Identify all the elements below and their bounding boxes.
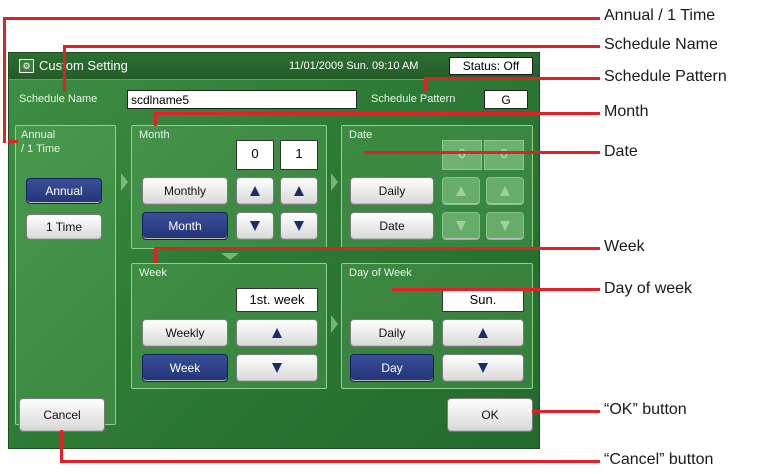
annual-onetime-panel: Annual / 1 Time Annual 1 Time bbox=[15, 125, 116, 425]
arrow-down-icon bbox=[500, 221, 510, 231]
month-tens-down-button[interactable] bbox=[236, 212, 274, 240]
month-ones-down-button[interactable] bbox=[280, 212, 318, 240]
title-bar: ⚙ Custom Setting 11/01/2009 Sun. 09:10 A… bbox=[9, 53, 539, 80]
day-of-week-value: Sun. bbox=[442, 288, 524, 312]
week-up-button[interactable] bbox=[236, 319, 318, 347]
arrow-down-icon bbox=[250, 221, 260, 231]
schedule-pattern-label: Schedule Pattern bbox=[371, 93, 456, 105]
callout-line-week-h bbox=[154, 247, 600, 250]
day-button[interactable]: Day bbox=[350, 354, 434, 382]
callout-line-month-v bbox=[154, 112, 157, 126]
schedule-name-label: Schedule Name bbox=[19, 93, 98, 105]
callout-line-cancel-v bbox=[60, 430, 63, 463]
callout-line-date bbox=[364, 151, 600, 154]
week-button[interactable]: Week bbox=[142, 354, 228, 382]
callout-line-week-v bbox=[154, 247, 157, 263]
arrow-down-icon bbox=[294, 221, 304, 231]
datetime-display: 11/01/2009 Sun. 09:10 AM bbox=[289, 60, 419, 72]
arrow-up-icon bbox=[500, 186, 510, 196]
date-ones-down-button[interactable] bbox=[486, 212, 524, 240]
date-ones-up-button[interactable] bbox=[486, 177, 524, 205]
callout-schedule-name: Schedule Name bbox=[604, 36, 718, 53]
week-panel: Week 1st. week Weekly Week bbox=[131, 263, 327, 389]
callout-line-ok bbox=[532, 410, 600, 413]
date-tens-down-button[interactable] bbox=[442, 212, 480, 240]
callout-line-month-h bbox=[154, 112, 600, 115]
annual-label-line1: Annual bbox=[21, 129, 56, 141]
ok-button[interactable]: OK bbox=[447, 398, 533, 432]
callout-month: Month bbox=[604, 103, 649, 120]
callout-week: Week bbox=[604, 238, 645, 255]
chevron-right-icon bbox=[121, 173, 128, 191]
arrow-up-icon bbox=[294, 186, 304, 196]
callout-ok-button: “OK” button bbox=[604, 401, 687, 418]
date-tens-up-button[interactable] bbox=[442, 177, 480, 205]
one-time-button[interactable]: 1 Time bbox=[26, 214, 102, 240]
chevron-right-icon bbox=[331, 173, 338, 191]
date-digit-tens: 0 bbox=[442, 140, 482, 170]
arrow-down-icon bbox=[456, 221, 466, 231]
annual-label-line2: / 1 Time bbox=[21, 143, 61, 155]
callout-line-annual-v bbox=[3, 17, 6, 143]
callout-schedule-pattern: Schedule Pattern bbox=[604, 68, 727, 85]
day-of-week-daily-button[interactable]: Daily bbox=[350, 319, 434, 347]
callout-day-of-week: Day of week bbox=[604, 280, 693, 297]
callout-date: Date bbox=[604, 143, 638, 160]
callout-line-annual-h1 bbox=[8, 140, 18, 143]
status-badge: Status: Off bbox=[449, 57, 533, 75]
month-tens-up-button[interactable] bbox=[236, 177, 274, 205]
callout-line-cancel-h bbox=[60, 460, 600, 463]
week-label: Week bbox=[139, 267, 167, 279]
schedule-name-field[interactable]: scdlname5 bbox=[127, 90, 357, 109]
month-button[interactable]: Month bbox=[142, 212, 228, 240]
arrow-up-icon bbox=[478, 328, 488, 338]
day-of-week-label: Day of Week bbox=[349, 267, 412, 279]
callout-line-schedule-pattern-h bbox=[424, 77, 600, 80]
cancel-button[interactable]: Cancel bbox=[19, 398, 105, 432]
window-title: Custom Setting bbox=[39, 58, 128, 73]
arrow-down-icon bbox=[478, 363, 488, 373]
callout-line-annual-top bbox=[3, 17, 600, 20]
annual-button[interactable]: Annual bbox=[26, 178, 102, 204]
callout-line-schedule-name-v bbox=[63, 45, 66, 92]
month-digit-tens: 0 bbox=[236, 140, 274, 170]
date-digit-ones: 0 bbox=[484, 140, 524, 170]
date-label: Date bbox=[349, 129, 373, 141]
chevron-down-icon bbox=[221, 253, 239, 260]
callout-annual: Annual / 1 Time bbox=[604, 7, 716, 24]
week-down-button[interactable] bbox=[236, 354, 318, 382]
day-of-week-down-button[interactable] bbox=[442, 354, 524, 382]
callout-line-schedule-name-h bbox=[63, 45, 600, 48]
month-label: Month bbox=[139, 129, 170, 141]
weekly-button[interactable]: Weekly bbox=[142, 319, 228, 347]
month-panel: Month 0 1 Monthly Month bbox=[131, 125, 327, 249]
callout-line-schedule-pattern-v bbox=[424, 77, 427, 92]
month-digit-ones: 1 bbox=[280, 140, 318, 170]
arrow-up-icon bbox=[250, 186, 260, 196]
date-button[interactable]: Date bbox=[350, 212, 434, 240]
arrow-up-icon bbox=[272, 328, 282, 338]
settings-icon: ⚙ bbox=[19, 59, 34, 73]
callout-line-day-of-week bbox=[392, 288, 600, 291]
date-panel: Date 0 0 Daily Date bbox=[341, 125, 533, 249]
date-daily-button[interactable]: Daily bbox=[350, 177, 434, 205]
month-ones-up-button[interactable] bbox=[280, 177, 318, 205]
arrow-up-icon bbox=[456, 186, 466, 196]
chevron-right-icon bbox=[331, 315, 338, 333]
day-of-week-up-button[interactable] bbox=[442, 319, 524, 347]
week-value: 1st. week bbox=[236, 288, 318, 312]
arrow-down-icon bbox=[272, 363, 282, 373]
schedule-pattern-field[interactable]: G bbox=[484, 90, 528, 109]
callout-cancel-button: “Cancel” button bbox=[604, 451, 714, 468]
monthly-button[interactable]: Monthly bbox=[142, 177, 228, 205]
day-of-week-panel: Day of Week Sun. Daily Day bbox=[341, 263, 533, 389]
